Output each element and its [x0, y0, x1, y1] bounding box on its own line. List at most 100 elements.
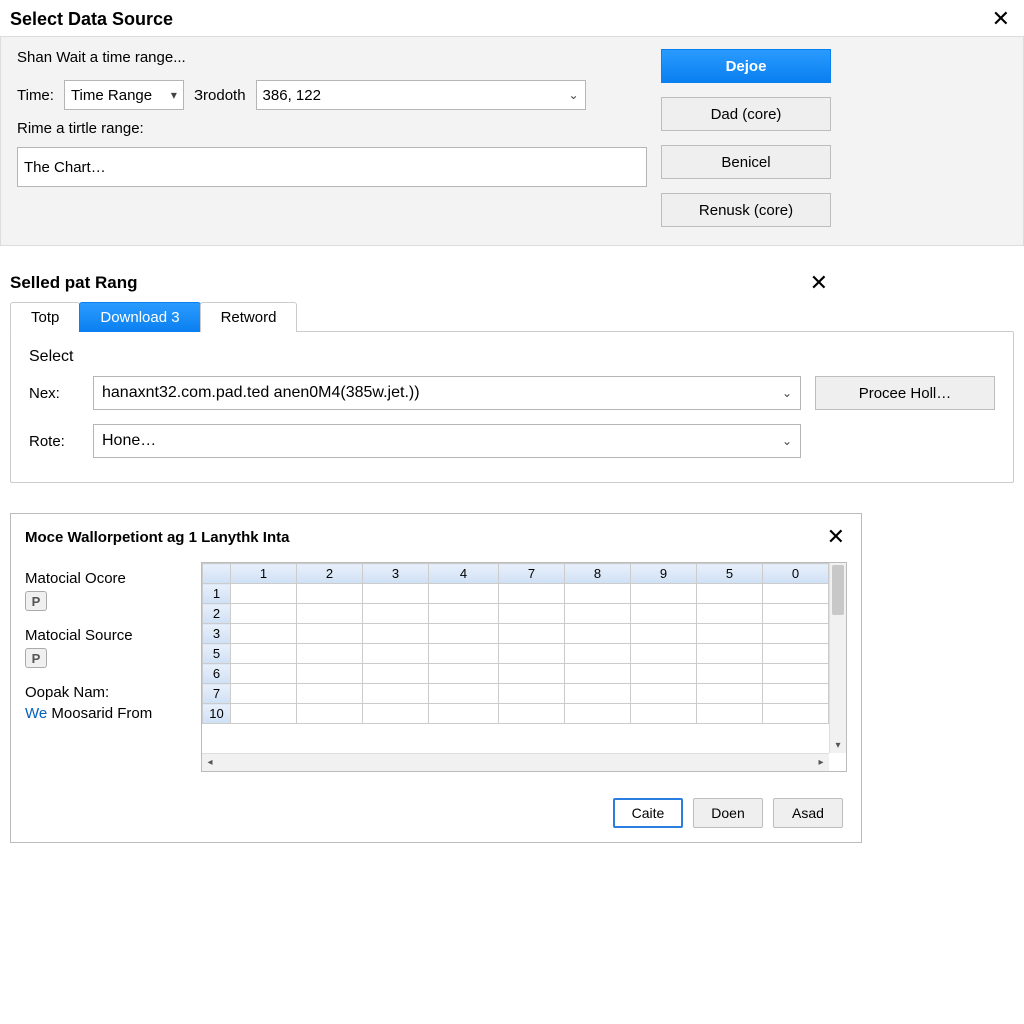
cell[interactable]	[231, 684, 297, 704]
cell[interactable]	[363, 644, 429, 664]
cell[interactable]	[631, 684, 697, 704]
cell[interactable]	[297, 584, 363, 604]
cell[interactable]	[631, 624, 697, 644]
cell[interactable]	[499, 624, 565, 644]
cell[interactable]	[697, 644, 763, 664]
col-header[interactable]: 4	[429, 564, 499, 584]
cell[interactable]	[429, 604, 499, 624]
cell[interactable]	[363, 584, 429, 604]
cell[interactable]	[763, 644, 829, 664]
cell[interactable]	[763, 584, 829, 604]
cell[interactable]	[565, 644, 631, 664]
horizontal-scrollbar[interactable]: ◂ ▸	[202, 753, 829, 771]
cell[interactable]	[499, 664, 565, 684]
col-header[interactable]: 2	[297, 564, 363, 584]
cell[interactable]	[565, 624, 631, 644]
cell[interactable]	[631, 704, 697, 724]
cell[interactable]	[363, 604, 429, 624]
scroll-left-icon[interactable]: ◂	[202, 757, 218, 768]
row-header[interactable]: 6	[203, 664, 231, 684]
cell[interactable]	[697, 624, 763, 644]
close-icon[interactable]: ✕	[986, 6, 1016, 32]
scroll-thumb[interactable]	[832, 565, 844, 615]
brodoth-combo[interactable]: 386, 122 ⌄	[256, 80, 586, 110]
benicel-button[interactable]: Benicel	[661, 145, 831, 179]
cell[interactable]	[297, 624, 363, 644]
cell[interactable]	[697, 584, 763, 604]
cell[interactable]	[429, 644, 499, 664]
cell[interactable]	[697, 704, 763, 724]
cell[interactable]	[231, 604, 297, 624]
cell[interactable]	[429, 684, 499, 704]
row-header[interactable]: 3	[203, 624, 231, 644]
nex-dropdown[interactable]: hanaxnt32.com.pad.ted anen0M4(385w.jet.)…	[93, 376, 801, 410]
cell[interactable]	[499, 644, 565, 664]
dejoe-button[interactable]: Dejoe	[661, 49, 831, 83]
cell[interactable]	[363, 624, 429, 644]
cell[interactable]	[363, 664, 429, 684]
p-badge-button[interactable]: P	[25, 591, 47, 611]
cell[interactable]	[297, 664, 363, 684]
tab-retword[interactable]: Retword	[200, 302, 298, 332]
cell[interactable]	[631, 604, 697, 624]
p-badge-button[interactable]: P	[25, 648, 47, 668]
asad-button[interactable]: Asad	[773, 798, 843, 828]
col-header[interactable]: 8	[565, 564, 631, 584]
renusk-core-button[interactable]: Renusk (core)	[661, 193, 831, 227]
cell[interactable]	[565, 664, 631, 684]
scroll-down-icon[interactable]: ▾	[830, 737, 846, 753]
cell[interactable]	[763, 664, 829, 684]
cell[interactable]	[565, 704, 631, 724]
cell[interactable]	[429, 624, 499, 644]
cell[interactable]	[499, 584, 565, 604]
row-header[interactable]: 2	[203, 604, 231, 624]
sheet-table[interactable]: 1 2 3 4 7 8 9 5 0 12356710	[202, 563, 829, 724]
cell[interactable]	[231, 664, 297, 684]
cell[interactable]	[697, 684, 763, 704]
cell[interactable]	[429, 584, 499, 604]
cell[interactable]	[631, 584, 697, 604]
col-header[interactable]: 1	[231, 564, 297, 584]
cell[interactable]	[631, 644, 697, 664]
procee-holl-button[interactable]: Procee Holl…	[815, 376, 995, 410]
col-header[interactable]: 7	[499, 564, 565, 584]
doen-button[interactable]: Doen	[693, 798, 763, 828]
cell[interactable]	[231, 584, 297, 604]
cell[interactable]	[429, 704, 499, 724]
cell[interactable]	[697, 664, 763, 684]
spreadsheet-grid[interactable]: 1 2 3 4 7 8 9 5 0 12356710 ▴ ▾	[201, 562, 847, 772]
cell[interactable]	[565, 584, 631, 604]
dad-core-button[interactable]: Dad (core)	[661, 97, 831, 131]
col-header[interactable]: 0	[763, 564, 829, 584]
cell[interactable]	[697, 604, 763, 624]
cell[interactable]	[231, 624, 297, 644]
col-header[interactable]: 9	[631, 564, 697, 584]
col-header[interactable]: 3	[363, 564, 429, 584]
tab-totp[interactable]: Totp	[10, 302, 80, 332]
cell[interactable]	[499, 604, 565, 624]
row-header[interactable]: 10	[203, 704, 231, 724]
cell[interactable]	[565, 604, 631, 624]
cell[interactable]	[763, 624, 829, 644]
cell[interactable]	[631, 664, 697, 684]
cell[interactable]	[763, 684, 829, 704]
cell[interactable]	[499, 704, 565, 724]
close-icon[interactable]: ✕	[804, 270, 834, 296]
cell[interactable]	[297, 644, 363, 664]
row-header[interactable]: 1	[203, 584, 231, 604]
scroll-right-icon[interactable]: ▸	[813, 757, 829, 768]
col-header[interactable]: 5	[697, 564, 763, 584]
row-header[interactable]: 5	[203, 644, 231, 664]
close-icon[interactable]: ✕	[821, 524, 851, 550]
cell[interactable]	[231, 644, 297, 664]
rote-dropdown[interactable]: Hone… ⌄	[93, 424, 801, 458]
cell[interactable]	[565, 684, 631, 704]
cell[interactable]	[429, 664, 499, 684]
cell[interactable]	[297, 704, 363, 724]
row-header[interactable]: 7	[203, 684, 231, 704]
vertical-scrollbar[interactable]: ▴ ▾	[829, 563, 846, 753]
cell[interactable]	[297, 604, 363, 624]
time-dropdown[interactable]: Time Range ▾	[64, 80, 184, 110]
caite-button[interactable]: Caite	[613, 798, 683, 828]
tab-download[interactable]: Download 3	[79, 302, 200, 332]
